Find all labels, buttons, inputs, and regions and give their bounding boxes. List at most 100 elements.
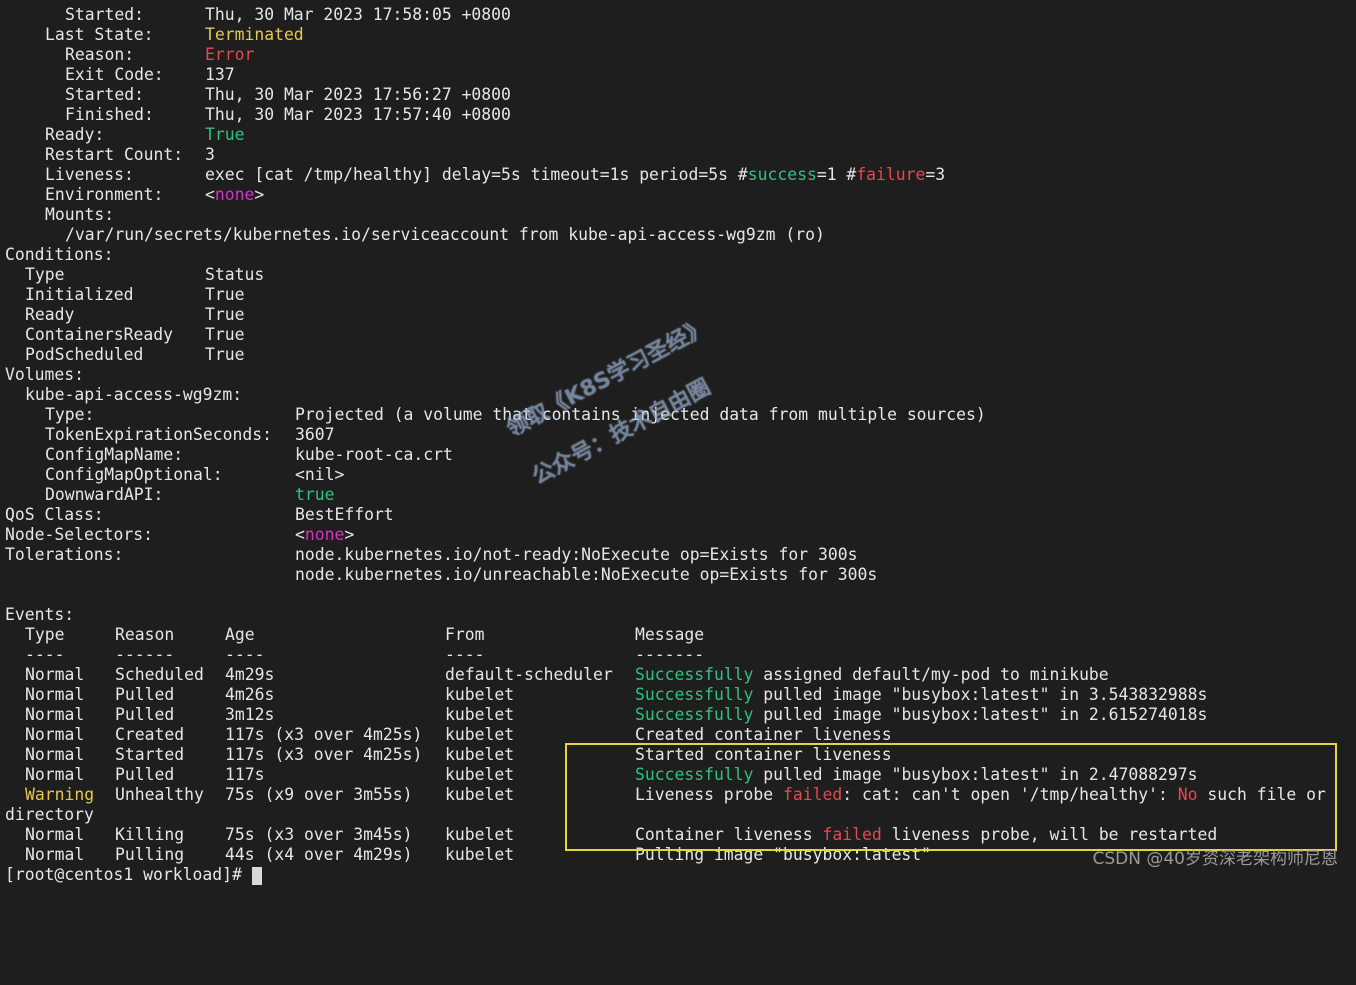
- liveness-failure: failure: [856, 165, 926, 184]
- label: Reason:: [65, 45, 135, 64]
- heading: Conditions:: [5, 245, 114, 264]
- condition-type: PodScheduled: [25, 345, 144, 364]
- failed-word: failed: [783, 785, 843, 804]
- event-age: 117s: [225, 765, 265, 784]
- message-text: liveness probe, will be restarted: [881, 825, 1218, 844]
- label: Node-Selectors:: [5, 525, 154, 544]
- event-type: Normal: [25, 725, 85, 744]
- event-type: Normal: [25, 825, 85, 844]
- prompt-text: [root@centos1 workload]#: [5, 865, 252, 884]
- label: ConfigMapOptional:: [45, 465, 223, 484]
- restart-count-line: Restart Count: 3: [0, 145, 1356, 165]
- event-age: 4m26s: [225, 685, 275, 704]
- condition-type: Initialized: [25, 285, 134, 304]
- bracket: <: [295, 525, 305, 544]
- event-reason: Pulled: [115, 685, 175, 704]
- message-text: : cat: can't open '/tmp/healthy':: [842, 785, 1178, 804]
- no-word: No: [1177, 785, 1198, 804]
- liveness-success: success: [747, 165, 817, 184]
- event-message: Started container liveness: [635, 745, 892, 764]
- separator: ----: [445, 645, 485, 664]
- event-row: Normal Pulled 117s kubelet Successfully …: [0, 765, 1356, 785]
- event-from: kubelet: [445, 725, 515, 744]
- separator: -------: [635, 645, 705, 664]
- value: <none>: [295, 525, 354, 545]
- terminal-output[interactable]: Started: Thu, 30 Mar 2023 17:58:05 +0800…: [0, 5, 1356, 885]
- value: Thu, 30 Mar 2023 17:58:05 +0800: [205, 5, 511, 24]
- label: Started:: [65, 85, 144, 104]
- configmap-optional-line: ConfigMapOptional: <nil>: [0, 465, 1356, 485]
- message-text: such file or: [1197, 785, 1326, 804]
- event-reason: Scheduled: [115, 665, 204, 684]
- condition-status: True: [205, 285, 245, 304]
- label: Ready:: [45, 125, 105, 144]
- condition-type: ContainersReady: [25, 325, 174, 344]
- event-message: Created container liveness: [635, 725, 892, 744]
- value: <nil>: [295, 465, 345, 484]
- exit-code-line: Exit Code: 137: [0, 65, 1356, 85]
- label: ConfigMapName:: [45, 445, 184, 464]
- event-reason: Unhealthy: [115, 785, 204, 804]
- col-age: Age: [225, 625, 255, 644]
- token-line: TokenExpirationSeconds: 3607: [0, 425, 1356, 445]
- conditions-header: Type Status: [0, 265, 1356, 285]
- label: TokenExpirationSeconds:: [45, 425, 272, 444]
- event-type: Normal: [25, 845, 85, 864]
- col-message: Message: [635, 625, 705, 644]
- condition-status: True: [205, 325, 245, 344]
- event-age: 44s (x4 over 4m29s): [225, 845, 413, 864]
- value: Projected (a volume that contains inject…: [295, 405, 986, 424]
- message-text: Container liveness: [635, 825, 823, 844]
- message-text: pulled image "busybox:latest" in 3.54383…: [753, 685, 1208, 704]
- separator: ------: [115, 645, 175, 664]
- event-age: 75s (x3 over 3m45s): [225, 825, 413, 844]
- label: Tolerations:: [5, 545, 124, 564]
- value: Thu, 30 Mar 2023 17:56:27 +0800: [205, 85, 511, 104]
- label: Environment:: [45, 185, 164, 204]
- label: Restart Count:: [45, 145, 184, 164]
- condition-status: True: [205, 305, 245, 324]
- value: kube-root-ca.crt: [295, 445, 453, 464]
- event-message: Successfully pulled image "busybox:lates…: [635, 765, 1197, 785]
- environment-line: Environment: <none>: [0, 185, 1356, 205]
- event-type: Normal: [25, 685, 85, 704]
- separator: ----: [225, 645, 265, 664]
- volume-type-line: Type: Projected (a volume that contains …: [0, 405, 1356, 425]
- prompt-line[interactable]: [root@centos1 workload]#: [5, 865, 262, 885]
- event-age: 3m12s: [225, 705, 275, 724]
- value: node.kubernetes.io/unreachable:NoExecute…: [295, 565, 878, 584]
- event-reason: Pulling: [115, 845, 185, 864]
- event-age: 117s (x3 over 4m25s): [225, 725, 423, 744]
- event-type: Normal: [25, 745, 85, 764]
- col-type: Type: [25, 265, 65, 284]
- failed-word: failed: [822, 825, 882, 844]
- volume-name-text: kube-api-access-wg9zm:: [25, 385, 243, 404]
- bracket: >: [344, 525, 355, 544]
- value: true: [295, 485, 335, 504]
- label: Started:: [65, 5, 144, 24]
- label: Liveness:: [45, 165, 134, 184]
- label: Mounts:: [45, 205, 115, 224]
- events-separator: ---- ------ ---- ---- -------: [0, 645, 1356, 665]
- configmap-name-line: ConfigMapName: kube-root-ca.crt: [0, 445, 1356, 465]
- value: node.kubernetes.io/not-ready:NoExecute o…: [295, 545, 858, 564]
- event-row-warning: Warning Unhealthy 75s (x9 over 3m55s) ku…: [0, 785, 1356, 805]
- event-reason: Started: [115, 745, 185, 764]
- event-age: 4m29s: [225, 665, 275, 684]
- event-message: Pulling image "busybox:latest": [635, 845, 932, 864]
- condition-row: PodScheduled True: [0, 345, 1356, 365]
- label: DownwardAPI:: [45, 485, 164, 504]
- event-from: kubelet: [445, 705, 515, 724]
- event-message: Container liveness failed liveness probe…: [635, 825, 1217, 845]
- csdn-credit: CSDN @40岁资深老架构师尼恩: [1092, 849, 1338, 869]
- event-row: Normal Scheduled 4m29s default-scheduler…: [0, 665, 1356, 685]
- condition-row: Initialized True: [0, 285, 1356, 305]
- bracket: >: [254, 185, 265, 204]
- reason-line: Reason: Error: [0, 45, 1356, 65]
- volume-name: kube-api-access-wg9zm:: [0, 385, 1356, 405]
- event-from: kubelet: [445, 845, 515, 864]
- mount-path: /var/run/secrets/kubernetes.io/serviceac…: [65, 225, 825, 244]
- last-state-line: Last State: Terminated: [0, 25, 1356, 45]
- event-reason: Pulled: [115, 765, 175, 784]
